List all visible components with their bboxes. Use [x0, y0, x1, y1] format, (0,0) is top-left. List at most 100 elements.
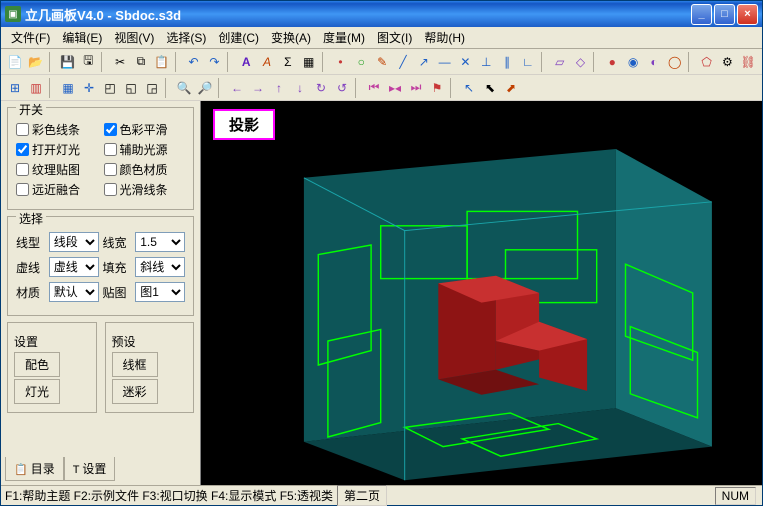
projection-badge: 投影 [213, 109, 275, 140]
view3-icon[interactable]: ◲ [142, 78, 162, 98]
cube-icon[interactable]: ◇ [571, 52, 591, 72]
save-icon[interactable]: 💾 [58, 52, 78, 72]
play-next-icon[interactable]: ⏭ [406, 78, 426, 98]
fill-select[interactable]: 斜线 [135, 257, 185, 277]
text-icon[interactable]: A [236, 52, 256, 72]
para-icon[interactable]: ∥ [497, 52, 517, 72]
btn-color[interactable]: 配色 [14, 352, 60, 377]
sphere-icon[interactable]: ● [602, 52, 622, 72]
menu-select[interactable]: 选择(S) [160, 27, 212, 48]
btn-wire[interactable]: 线框 [112, 352, 158, 377]
save-as-icon[interactable]: 🖫 [78, 52, 98, 72]
status-bar: F1:帮助主题 F2:示例文件 F3:视口切换 F4:显示模式 F5:透视类 第… [1, 485, 762, 505]
menu-file[interactable]: 文件(F) [5, 27, 56, 48]
line-width-label: 线宽 [103, 234, 132, 251]
switches-group: 开关 彩色线条 色彩平滑 打开灯光 辅助光源 纹理贴图 颜色材质 远近融合 光滑… [7, 107, 194, 210]
flag-icon[interactable]: ⚑ [427, 78, 447, 98]
new-icon[interactable]: 📄 [5, 52, 25, 72]
paste-icon[interactable]: 📋 [152, 52, 172, 72]
menu-edit[interactable]: 编辑(E) [56, 27, 108, 48]
chk-smooth[interactable]: 色彩平滑 [104, 121, 186, 138]
angle-icon[interactable]: ∟ [518, 52, 538, 72]
tab-catalog[interactable]: 📋 目录 [5, 457, 64, 481]
chk-color-mat[interactable]: 颜色材质 [104, 161, 186, 178]
cone-icon[interactable]: ◉ [623, 52, 643, 72]
dash-label: 虚线 [16, 259, 45, 276]
material-select[interactable]: 默认 [49, 282, 99, 302]
line-icon[interactable]: ╱ [393, 52, 413, 72]
cut-icon[interactable]: ✂ [110, 52, 130, 72]
menu-help[interactable]: 帮助(H) [418, 27, 471, 48]
menu-view[interactable]: 视图(V) [108, 27, 160, 48]
circle-icon[interactable]: ○ [351, 52, 371, 72]
btn-camo[interactable]: 迷彩 [112, 379, 158, 404]
menu-text[interactable]: 图文(I) [371, 27, 418, 48]
ray-icon[interactable]: ↗ [414, 52, 434, 72]
view1-icon[interactable]: ◰ [100, 78, 120, 98]
toolbar-area: 📄 📂 💾 🖫 ✂ ⧉ 📋 ↶ ↷ A A Σ ▦ • ○ ✎ ╱ ↗ — ✕ … [1, 49, 762, 101]
menu-measure[interactable]: 度量(M) [317, 27, 371, 48]
text2-icon[interactable]: A [257, 52, 277, 72]
zoomin-icon[interactable]: 🔍 [174, 78, 194, 98]
play-icon[interactable]: ▸◂ [385, 78, 405, 98]
undo-icon[interactable]: ↶ [184, 52, 204, 72]
chk-color-lines[interactable]: 彩色线条 [16, 121, 98, 138]
point-icon[interactable]: • [331, 52, 351, 72]
gear-icon[interactable]: ⚙ [717, 52, 737, 72]
rotate2-icon[interactable]: ↺ [332, 78, 352, 98]
switches-title: 开关 [16, 101, 46, 118]
line-type-select[interactable]: 线段 [49, 232, 99, 252]
dash-select[interactable]: 虚线 [49, 257, 99, 277]
fill-label: 填充 [103, 259, 132, 276]
link-icon[interactable]: ⛓ [738, 52, 758, 72]
anim-icon[interactable]: ▦ [299, 52, 319, 72]
toolbar-2: ⊞ ▥ ▦ ✛ ◰ ◱ ◲ 🔍 🔎 ← → ↑ ↓ ↻ ↺ ⏮ ▸◂ ⏭ ⚑ ↖… [1, 75, 762, 101]
cross-icon[interactable]: ✕ [456, 52, 476, 72]
arrow-right-icon[interactable]: → [248, 78, 268, 98]
line-width-select[interactable]: 1.5 [135, 232, 185, 252]
copy-icon[interactable]: ⧉ [131, 52, 151, 72]
maximize-button[interactable]: □ [714, 4, 735, 25]
menu-transform[interactable]: 变换(A) [265, 27, 317, 48]
btn-light[interactable]: 灯光 [14, 379, 60, 404]
chk-aux-light[interactable]: 辅助光源 [104, 141, 186, 158]
perp-icon[interactable]: ⊥ [476, 52, 496, 72]
selection-title: 选择 [16, 210, 46, 227]
close-button[interactable]: × [737, 4, 758, 25]
cursor2-icon[interactable]: ⬉ [480, 78, 500, 98]
tree-icon[interactable]: ⊞ [5, 78, 25, 98]
material-label: 材质 [16, 284, 45, 301]
panel-icon[interactable]: ▥ [26, 78, 46, 98]
grid-icon[interactable]: ▦ [58, 78, 78, 98]
draw-icon[interactable]: ✎ [372, 52, 392, 72]
calc-icon[interactable]: Σ [278, 52, 298, 72]
arrow-down-icon[interactable]: ↓ [290, 78, 310, 98]
cursor-icon[interactable]: ↖ [459, 78, 479, 98]
minimize-button[interactable]: _ [691, 4, 712, 25]
viewport-3d[interactable]: 投影 [201, 101, 762, 485]
box-icon[interactable]: ⬠ [697, 52, 717, 72]
zoomout-icon[interactable]: 🔎 [195, 78, 215, 98]
redo-icon[interactable]: ↷ [204, 52, 224, 72]
tile-select[interactable]: 图1 [135, 282, 185, 302]
torus-icon[interactable]: ◯ [665, 52, 685, 72]
axis-icon[interactable]: ✛ [79, 78, 99, 98]
chk-glossy[interactable]: 光滑线条 [104, 181, 186, 198]
chk-fog[interactable]: 远近融合 [16, 181, 98, 198]
window-title: 立几画板V4.0 - Sbdoc.s3d [25, 5, 691, 24]
cursor3-icon[interactable]: ⬈ [501, 78, 521, 98]
view2-icon[interactable]: ◱ [121, 78, 141, 98]
seg-icon[interactable]: — [435, 52, 455, 72]
play-prev-icon[interactable]: ⏮ [364, 78, 384, 98]
chk-texture[interactable]: 纹理贴图 [16, 161, 98, 178]
arrow-up-icon[interactable]: ↑ [269, 78, 289, 98]
plane-icon[interactable]: ▱ [550, 52, 570, 72]
status-num: NUM [715, 487, 756, 505]
arrow-left-icon[interactable]: ← [227, 78, 247, 98]
open-icon[interactable]: 📂 [26, 52, 46, 72]
rotate-icon[interactable]: ↻ [311, 78, 331, 98]
menu-create[interactable]: 创建(C) [212, 27, 265, 48]
tab-settings[interactable]: T 设置 [64, 457, 116, 481]
chk-lights[interactable]: 打开灯光 [16, 141, 98, 158]
cyl-icon[interactable]: ◐ [644, 52, 664, 72]
